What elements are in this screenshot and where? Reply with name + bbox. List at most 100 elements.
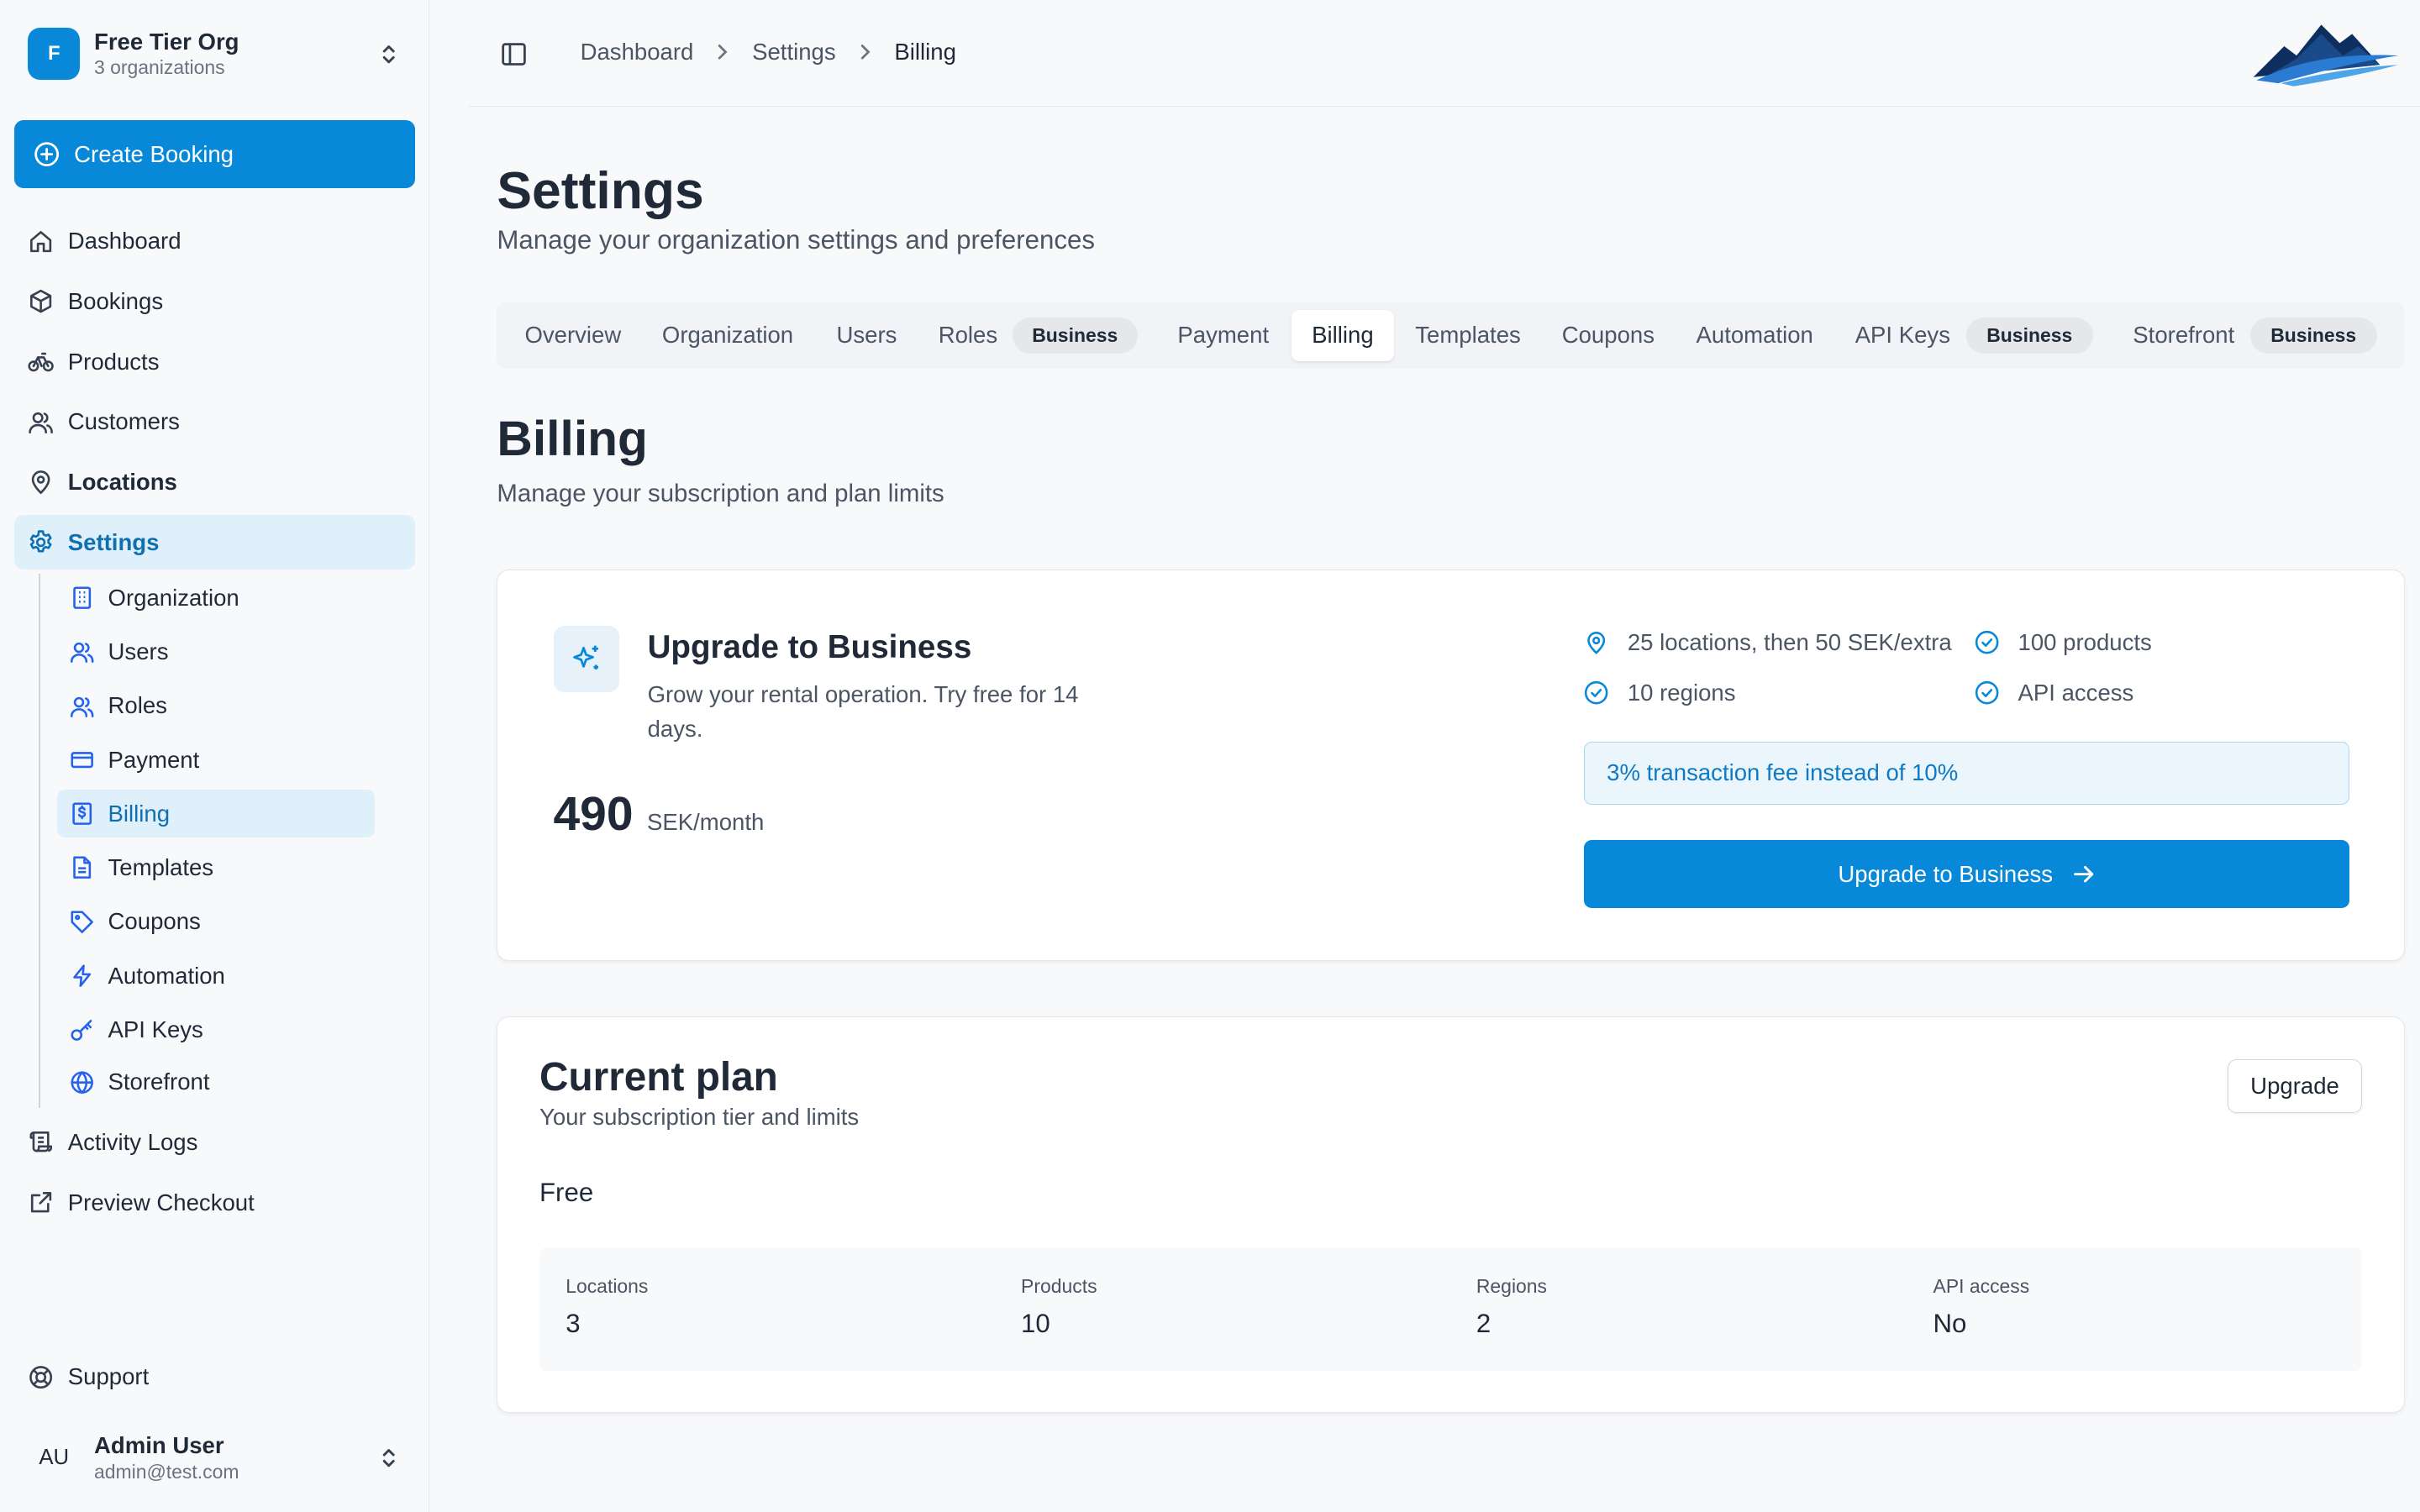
tab-payment[interactable]: Payment [1177, 310, 1269, 361]
tab-automation[interactable]: Automation [1697, 310, 1813, 361]
price-unit: SEK/month [647, 808, 765, 835]
limit-api-value: No [1933, 1308, 1967, 1338]
user-menu[interactable]: AU Admin User admin@test.com [28, 1427, 413, 1488]
subnav-api-keys[interactable]: API Keys [57, 1006, 375, 1054]
nav-settings-label: Settings [67, 528, 160, 555]
subnav-payment[interactable]: Payment [57, 736, 375, 784]
nav-locations-label: Locations [67, 468, 177, 495]
bike-icon [28, 352, 54, 372]
upgrade-button[interactable]: Upgrade [2228, 1058, 2362, 1114]
tab-billing[interactable]: Billing [1292, 310, 1394, 361]
subnav-templates-label: Templates [108, 854, 214, 881]
tab-users[interactable]: Users [836, 310, 897, 361]
breadcrumb-dashboard[interactable]: Dashboard [581, 39, 694, 66]
tab-roles[interactable]: Roles [939, 310, 997, 361]
users-icon [70, 696, 94, 717]
tab-coupons[interactable]: Coupons [1562, 310, 1655, 361]
upgrade-card: Upgrade to Business Grow your rental ope… [497, 569, 2405, 962]
check-circle-icon [1975, 681, 1999, 705]
nav-support-label: Support [67, 1363, 150, 1390]
billing-subtitle: Manage your subscription and plan limits [497, 480, 944, 508]
upgrade-to-business-button[interactable]: Upgrade to Business [1584, 840, 2350, 908]
create-booking-button[interactable]: Create Booking [13, 120, 416, 189]
nav-customers-label: Customers [67, 408, 180, 435]
credit-card-icon [71, 752, 93, 769]
feature-regions-label: 10 regions [1627, 680, 1736, 706]
nav-support[interactable]: Support [14, 1350, 416, 1404]
limit-locations-value: 3 [566, 1308, 581, 1338]
subnav-billing[interactable]: Billing [56, 790, 376, 838]
price-value: 490 [553, 786, 634, 841]
life-buoy-icon [29, 1365, 53, 1389]
limit-api-label: API access [1933, 1275, 2030, 1298]
receipt-dollar-icon [71, 802, 92, 826]
breadcrumb-current: Billing [894, 38, 956, 65]
tab-overview[interactable]: Overview [524, 310, 621, 361]
arrow-right-icon [2074, 865, 2094, 883]
feature-locations: 25 locations, then 50 SEK/extra [1584, 629, 1952, 656]
org-switcher[interactable]: F Free Tier Org 3 organizations [28, 24, 413, 83]
external-link-icon [30, 1192, 52, 1213]
subnav-storefront-label: Storefront [108, 1068, 210, 1095]
sidebar: F Free Tier Org 3 organizations Create B… [0, 0, 429, 1512]
nav-dashboard-label: Dashboard [67, 228, 182, 255]
upgrade-price: 490 SEK/month [554, 786, 765, 842]
nav-settings[interactable]: Settings [13, 515, 416, 570]
billing-title: Billing [497, 411, 648, 466]
feature-api-label: API access [2018, 680, 2134, 706]
subnav-users[interactable]: Users [57, 628, 375, 676]
nav-preview-checkout[interactable]: Preview Checkout [14, 1176, 416, 1230]
avatar: AU [39, 1446, 70, 1470]
user-email: admin@test.com [94, 1460, 239, 1483]
user-name: Admin User [94, 1432, 224, 1459]
limit-products-value: 10 [1021, 1308, 1050, 1338]
top-bar: Dashboard Settings Billing [469, 0, 2420, 107]
breadcrumb-settings[interactable]: Settings [752, 39, 836, 66]
chevron-up-down-icon [382, 45, 395, 63]
map-pin-icon [31, 470, 50, 495]
subnav-organization[interactable]: Organization [57, 574, 375, 622]
subnav-roles[interactable]: Roles [57, 682, 375, 730]
nav-locations[interactable]: Locations [14, 455, 416, 509]
tab-storefront[interactable]: Storefront [2133, 310, 2234, 361]
subnav-storefront[interactable]: Storefront [57, 1058, 375, 1106]
current-plan-subtitle: Your subscription tier and limits [539, 1104, 860, 1131]
breadcrumb: Dashboard Settings Billing [581, 39, 956, 66]
scroll-icon [29, 1131, 53, 1152]
business-badge: Business [2249, 318, 2377, 354]
limit-locations-label: Locations [566, 1275, 649, 1298]
subnav-users-label: Users [108, 638, 169, 664]
business-badge: Business [1965, 318, 2093, 354]
chevron-right-icon [860, 45, 871, 60]
plus-circle-icon [34, 142, 60, 167]
map-pin-icon [1587, 631, 1606, 654]
nav-customers[interactable]: Customers [14, 395, 416, 449]
subnav-templates[interactable]: Templates [57, 844, 375, 892]
nav-bookings[interactable]: Bookings [14, 275, 416, 328]
tab-templates[interactable]: Templates [1415, 310, 1521, 361]
sparkles-icon [553, 625, 620, 692]
file-text-icon [72, 856, 91, 879]
subnav-automation-label: Automation [108, 962, 225, 989]
subnav-roles-label: Roles [108, 692, 167, 719]
org-name: Free Tier Org [94, 29, 239, 55]
users-icon [29, 412, 53, 433]
upgrade-button-label: Upgrade to Business [1838, 860, 2054, 887]
nav-activity-logs[interactable]: Activity Logs [14, 1116, 416, 1169]
key-icon [71, 1020, 92, 1042]
tab-api-keys[interactable]: API Keys [1855, 310, 1950, 361]
feature-api: API access [1975, 680, 2133, 706]
current-plan-title: Current plan [539, 1055, 778, 1100]
upgrade-description: Grow your rental operation. Try free for… [647, 681, 1079, 742]
nav-products[interactable]: Products [14, 335, 416, 389]
subnav-automation[interactable]: Automation [57, 952, 375, 1000]
settings-subnav-line [38, 574, 40, 1108]
check-circle-icon [1975, 630, 1999, 654]
tab-organization[interactable]: Organization [662, 310, 793, 361]
building-icon [72, 586, 91, 609]
sidebar-toggle-icon[interactable] [500, 40, 528, 68]
plan-name: Free [539, 1178, 594, 1208]
feature-regions: 10 regions [1584, 680, 1736, 706]
nav-dashboard[interactable]: Dashboard [14, 214, 416, 268]
subnav-coupons[interactable]: Coupons [57, 898, 375, 946]
